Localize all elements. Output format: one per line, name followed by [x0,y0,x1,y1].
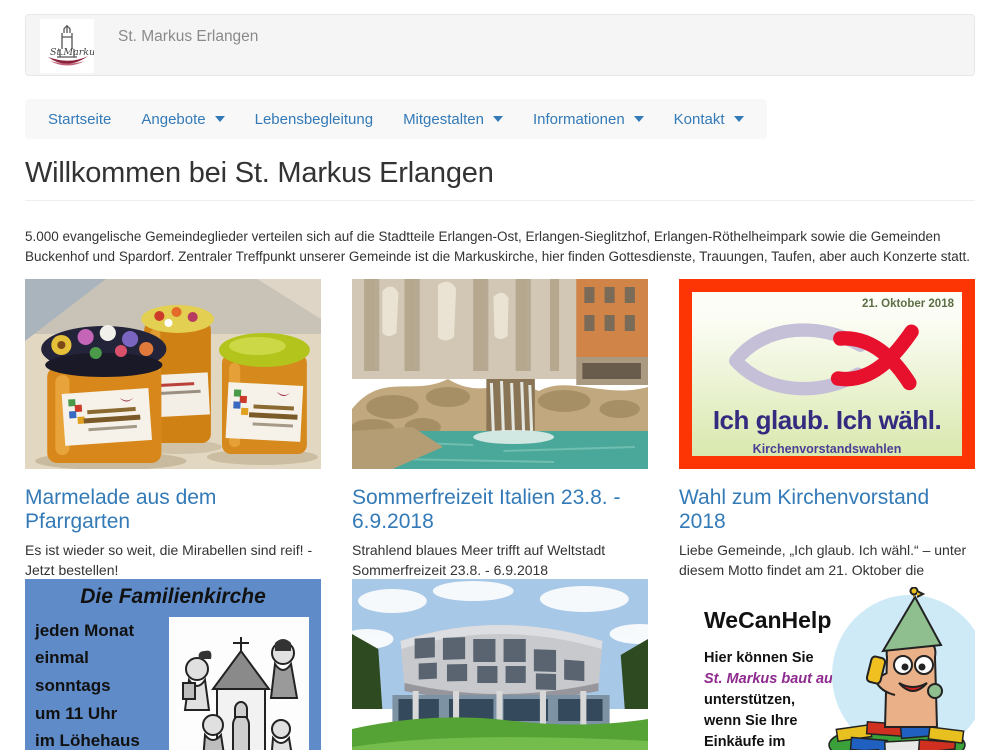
article-teaser: Strahlend blaues Meer trifft auf Weltsta… [352,541,648,580]
article-card-marmelade: Marmelade aus dem Pfarrgarten Es ist wie… [25,279,321,579]
church-tower-cartoon [825,587,975,750]
ichthys-fish-icon [692,314,962,403]
trevi-fountain-art [352,279,648,469]
jam-jar-right [219,333,310,454]
nav-item-startseite[interactable]: Startseite [33,111,126,128]
nav-item-lebensbegleitung[interactable]: Lebensbegleitung [240,111,388,128]
st-markus-logo[interactable]: St.Markus [40,19,94,73]
church-logo-icon: St.Markus [40,19,94,73]
kv-poster-date: 21. Oktober 2018 [862,298,954,310]
chevron-down-icon [215,116,225,122]
family-church-cartoon [169,617,309,750]
article-grid: Marmelade aus dem Pfarrgarten Es ist wie… [25,279,975,750]
intro-paragraph: 5.000 evangelische Gemeindeglieder verte… [25,227,975,267]
site-header: St.Markus St. Markus Erlangen [25,14,975,76]
familienkirche-title: Die Familienkirche [35,585,311,609]
nav-item-informationen[interactable]: Informationen [518,111,659,128]
article-card-familienkirche: Die Familienkirche jeden Monat einmal so… [25,579,321,750]
nav-label: Angebote [141,111,205,128]
article-title[interactable]: Sommerfreizeit Italien 23.8. - 6.9.2018 [352,486,648,534]
chevron-down-icon [734,116,744,122]
nav-label: Informationen [533,111,625,128]
article-card-wecanhelp: WeCanHelp Hier können Sie St. Markus bau… [679,579,975,750]
familienkirche-poster[interactable]: Die Familienkirche jeden Monat einmal so… [25,579,321,750]
article-title[interactable]: Marmelade aus dem Pfarrgarten [25,486,321,534]
article-card-loehehaus [352,579,648,750]
nav-label: Mitgestalten [403,111,484,128]
article-card-sommerfreizeit: Sommerfreizeit Italien 23.8. - 6.9.2018 … [352,279,648,579]
page-title: Willkommen bei St. Markus Erlangen [25,157,975,201]
round-building-photo[interactable] [352,579,648,750]
nav-label: Startseite [48,111,111,128]
nav-item-kontakt[interactable]: Kontakt [659,111,759,128]
kv-poster-slogan: Ich glaub. Ich wähl. [713,405,941,436]
kv-poster-subtitle: Kirchenvorstandswahlen [753,442,902,456]
nav-label: Kontakt [674,111,725,128]
chevron-down-icon [493,116,503,122]
article-title[interactable]: Wahl zum Kirchenvorstand 2018 [679,486,975,534]
jam-jars-photo[interactable] [25,279,321,469]
kirchenvorstandswahl-poster[interactable]: 21. Oktober 2018 Ich glaub. Ich wähl. Ki… [679,279,975,469]
chevron-down-icon [634,116,644,122]
site-title[interactable]: St. Markus Erlangen [118,28,258,46]
nav-label: Lebensbegleitung [255,111,373,128]
jam-jar-left [41,325,166,463]
round-building-art [352,579,648,750]
article-card-kv-wahl: 21. Oktober 2018 Ich glaub. Ich wähl. Ki… [679,279,975,579]
nav-item-angebote[interactable]: Angebote [126,111,239,128]
article-teaser: Es ist wieder so weit, die Mirabellen si… [25,541,321,580]
jam-jars-art [25,279,321,469]
main-navbar: Startseite Angebote Lebensbegleitung Mit… [25,99,767,139]
wecanhelp-card[interactable]: WeCanHelp Hier können Sie St. Markus bau… [679,579,975,750]
nav-item-mitgestalten[interactable]: Mitgestalten [388,111,518,128]
page-container: St.Markus St. Markus Erlangen Startseite… [0,14,1000,750]
trevi-fountain-photo[interactable] [352,279,648,469]
